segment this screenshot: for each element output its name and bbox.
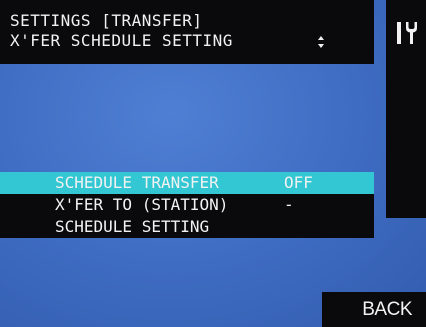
menu-item-value: -: [284, 195, 294, 214]
menu-item-schedule-transfer[interactable]: SCHEDULE TRANSFER OFF: [0, 172, 374, 194]
menu-item-label: X'FER TO (STATION): [55, 195, 229, 214]
up-down-arrows-icon: [318, 36, 324, 48]
side-panel: [386, 0, 426, 218]
header-bar: SETTINGS [TRANSFER] X'FER SCHEDULE SETTI…: [0, 0, 374, 64]
menu-item-value: OFF: [284, 173, 313, 192]
back-button[interactable]: BACK: [322, 292, 426, 327]
menu-item-xfer-to-station[interactable]: X'FER TO (STATION) -: [0, 194, 374, 216]
tools-icon[interactable]: [394, 18, 420, 48]
menu-item-schedule-setting[interactable]: SCHEDULE SETTING: [0, 216, 374, 238]
settings-menu: SCHEDULE TRANSFER OFF X'FER TO (STATION)…: [0, 172, 374, 238]
menu-item-label: SCHEDULE TRANSFER: [55, 173, 219, 192]
settings-screen: SETTINGS [TRANSFER] X'FER SCHEDULE SETTI…: [0, 0, 426, 327]
page-subtitle: X'FER SCHEDULE SETTING: [10, 31, 233, 50]
page-title: SETTINGS [TRANSFER]: [10, 11, 203, 30]
menu-item-label: SCHEDULE SETTING: [55, 217, 210, 236]
